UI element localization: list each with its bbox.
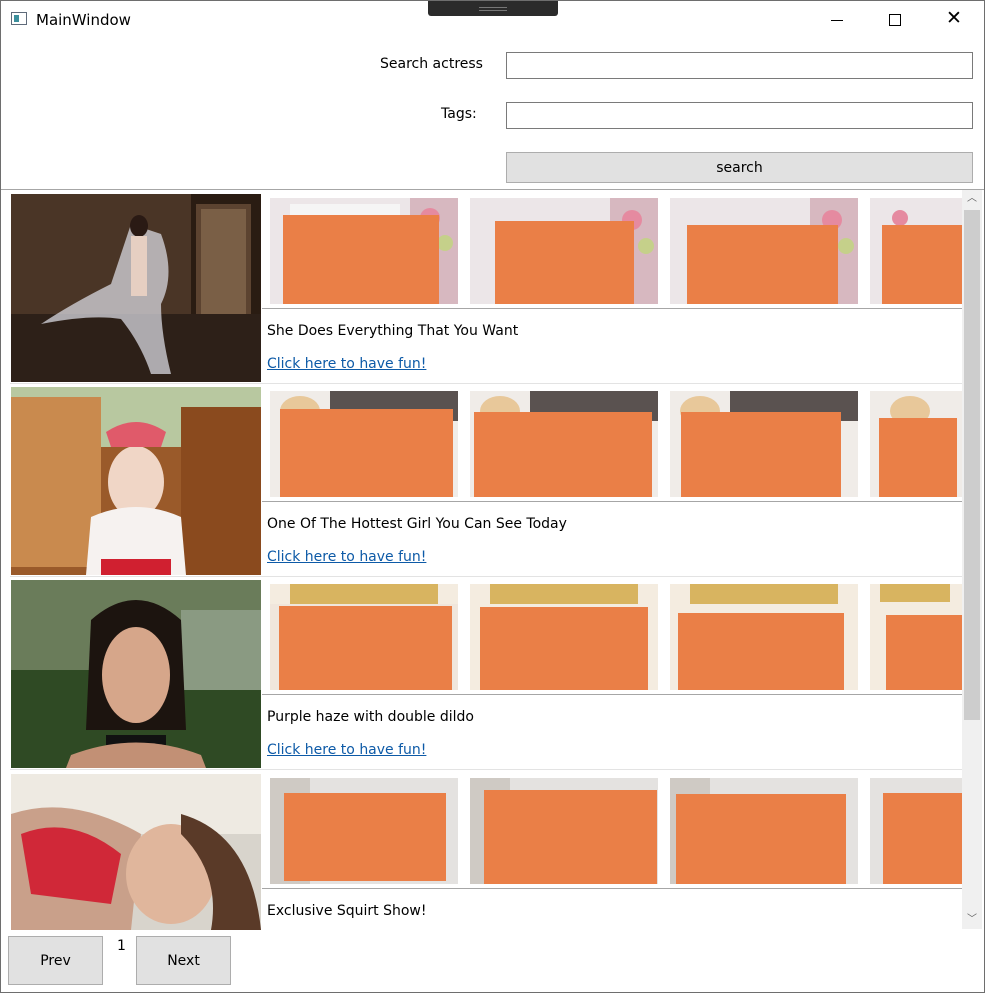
preview-image[interactable] bbox=[270, 584, 458, 690]
row-divider bbox=[262, 308, 962, 309]
redaction-box bbox=[283, 215, 439, 304]
redaction-box bbox=[279, 606, 452, 690]
result-title: One Of The Hottest Girl You Can See Toda… bbox=[267, 516, 567, 532]
scrollbar-thumb[interactable] bbox=[964, 210, 980, 720]
row-divider bbox=[262, 694, 962, 695]
prev-button[interactable]: Prev bbox=[8, 936, 103, 985]
preview-image[interactable] bbox=[670, 391, 858, 497]
scroll-down-icon[interactable]: ﹀ bbox=[962, 911, 982, 929]
result-title: Purple haze with double dildo bbox=[267, 709, 474, 725]
next-button[interactable]: Next bbox=[136, 936, 231, 985]
result-row: Exclusive Squirt Show! bbox=[10, 774, 962, 930]
result-row: She Does Everything That You Want Click … bbox=[10, 194, 962, 384]
result-thumbnail[interactable] bbox=[11, 774, 261, 930]
preview-image[interactable] bbox=[670, 198, 858, 304]
app-window-icon bbox=[11, 12, 27, 25]
vertical-scrollbar[interactable]: ︿ ﹀ bbox=[962, 190, 982, 929]
redaction-box bbox=[886, 615, 962, 690]
redaction-box bbox=[280, 409, 453, 497]
redaction-box bbox=[284, 793, 446, 881]
close-button[interactable]: ✕ bbox=[925, 3, 983, 37]
preview-image[interactable] bbox=[670, 778, 858, 884]
redaction-box bbox=[879, 418, 957, 497]
preview-image[interactable] bbox=[870, 778, 962, 884]
window-title: MainWindow bbox=[36, 11, 131, 29]
title-bar: MainWindow ✕ bbox=[1, 1, 984, 39]
preview-image[interactable] bbox=[470, 391, 658, 497]
tags-label: Tags: bbox=[441, 106, 477, 122]
redaction-box bbox=[681, 412, 841, 497]
scroll-up-icon[interactable]: ︿ bbox=[962, 190, 982, 208]
row-divider bbox=[262, 888, 962, 889]
redaction-box bbox=[495, 221, 634, 304]
results-list[interactable]: She Does Everything That You Want Click … bbox=[1, 189, 984, 930]
redaction-box bbox=[883, 793, 962, 884]
redaction-box bbox=[676, 794, 846, 884]
result-link[interactable]: Click here to have fun! bbox=[267, 742, 426, 758]
preview-image[interactable] bbox=[670, 584, 858, 690]
preview-image[interactable] bbox=[270, 778, 458, 884]
preview-image[interactable] bbox=[870, 391, 962, 497]
preview-image[interactable] bbox=[470, 584, 658, 690]
redaction-box bbox=[474, 412, 652, 497]
result-thumbnail[interactable] bbox=[11, 580, 261, 768]
redaction-box bbox=[484, 790, 657, 884]
redaction-box bbox=[480, 607, 648, 690]
main-window: MainWindow ✕ Search actress Tags: search bbox=[0, 0, 985, 993]
row-divider bbox=[262, 501, 962, 502]
result-title: She Does Everything That You Want bbox=[267, 323, 519, 339]
result-row: One Of The Hottest Girl You Can See Toda… bbox=[10, 387, 962, 577]
minimize-icon bbox=[831, 20, 843, 21]
maximize-icon bbox=[889, 14, 901, 26]
result-thumbnail[interactable] bbox=[11, 387, 261, 575]
search-actress-input[interactable] bbox=[506, 52, 973, 79]
redaction-box bbox=[678, 613, 844, 690]
search-actress-label: Search actress bbox=[380, 56, 483, 72]
redaction-box bbox=[882, 225, 962, 304]
preview-image[interactable] bbox=[270, 391, 458, 497]
maximize-button[interactable] bbox=[866, 3, 924, 37]
result-title: Exclusive Squirt Show! bbox=[267, 903, 427, 919]
result-link[interactable]: Click here to have fun! bbox=[267, 356, 426, 372]
preview-image[interactable] bbox=[870, 584, 962, 690]
minimize-button[interactable] bbox=[808, 3, 866, 37]
preview-image[interactable] bbox=[470, 198, 658, 304]
close-icon: ✕ bbox=[946, 7, 962, 29]
search-button[interactable]: search bbox=[506, 152, 973, 183]
page-number: 1 bbox=[117, 938, 126, 954]
result-link[interactable]: Click here to have fun! bbox=[267, 549, 426, 565]
result-thumbnail[interactable] bbox=[11, 194, 261, 382]
preview-image[interactable] bbox=[870, 198, 962, 304]
preview-image[interactable] bbox=[470, 778, 658, 884]
redaction-box bbox=[687, 225, 838, 304]
tags-input[interactable] bbox=[506, 102, 973, 129]
preview-image[interactable] bbox=[270, 198, 458, 304]
result-row: Purple haze with double dildo Click here… bbox=[10, 580, 962, 770]
